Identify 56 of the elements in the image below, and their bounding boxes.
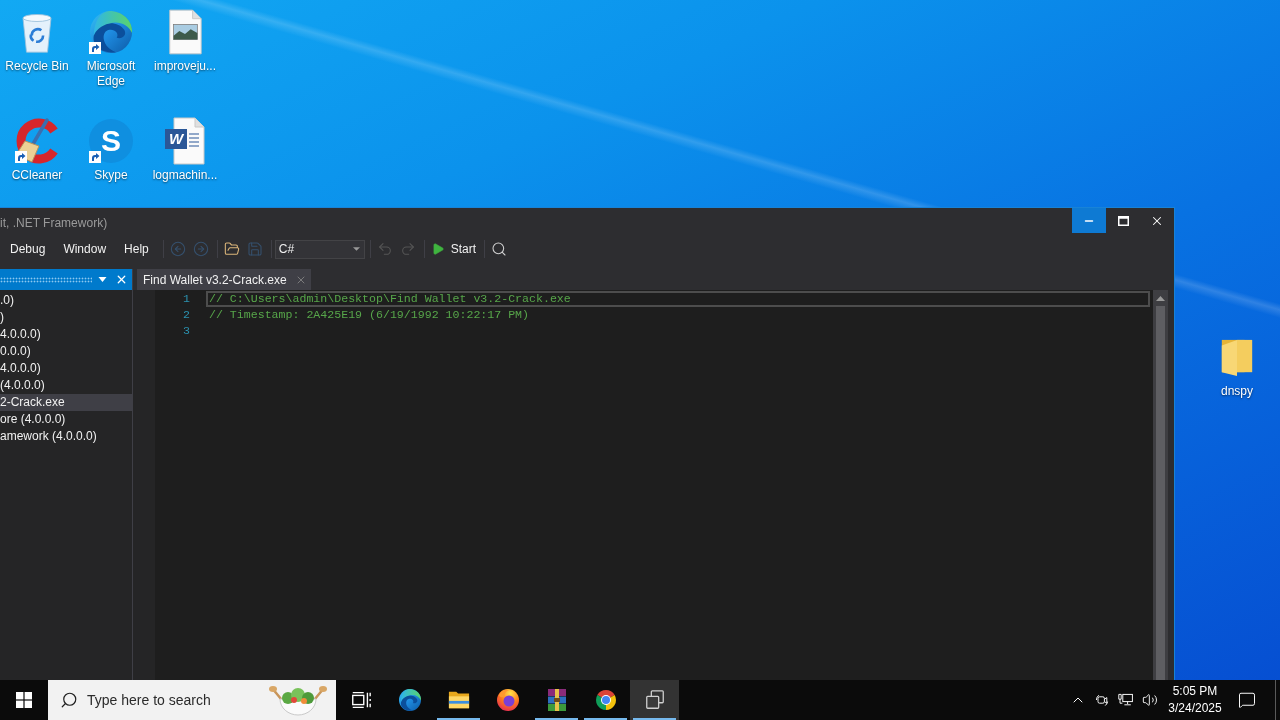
search-icon [491, 241, 508, 257]
globe-logo-icon [495, 688, 520, 712]
dropdown-caret-icon[interactable] [98, 277, 107, 282]
network-icon[interactable] [1118, 692, 1134, 708]
redo-icon [399, 241, 416, 257]
line-number: 3 [182, 324, 190, 338]
menu-item[interactable]: Window [54, 238, 116, 260]
line-number: 2 [182, 308, 190, 322]
tree-item[interactable]: ore (4.0.0.0) [0, 411, 132, 428]
task-view-icon [349, 689, 372, 711]
clock-date[interactable]: 3/24/2025 [1168, 700, 1222, 717]
salad-bowl-icon[interactable] [266, 683, 330, 717]
folder-icon [446, 689, 471, 711]
start-button[interactable]: Start [427, 238, 480, 260]
scrollbar[interactable] [1153, 290, 1168, 680]
volume-icon[interactable] [1142, 692, 1158, 708]
tab-label[interactable]: Find Wallet v3.2-Crack.exe [143, 270, 287, 289]
tree-item[interactable]: .0) [0, 292, 132, 309]
search-box[interactable]: Type here to search [48, 680, 336, 720]
menu-item[interactable]: Debug [1, 238, 55, 260]
taskbar-button[interactable] [630, 680, 679, 720]
ring-logo-icon [593, 688, 618, 712]
notifications-icon[interactable] [1238, 691, 1256, 709]
tree-item[interactable]: amework (4.0.0.0) [0, 428, 132, 445]
undo-icon [376, 241, 393, 257]
stacked-windows-icon [643, 689, 666, 711]
tree-item[interactable]: 2-Crack.exe [0, 394, 132, 411]
language-dropdown[interactable]: C# [274, 239, 365, 259]
tree-item[interactable]: 4.0.0.0) [0, 360, 132, 377]
scrollbar-thumb[interactable] [1156, 306, 1165, 680]
image-file-icon[interactable] [166, 9, 204, 55]
icon-label[interactable]: dnspy [1221, 384, 1253, 399]
window-title: it, .NET Framework) [0, 216, 108, 230]
tree-item[interactable]: 4.0.0.0) [0, 326, 132, 343]
swirl-logo-icon[interactable] [88, 9, 134, 55]
close-icon[interactable] [115, 273, 128, 286]
tree-item[interactable]: 0.0.0) [0, 343, 132, 360]
maximize-icon [1117, 215, 1129, 226]
play-icon [430, 242, 445, 256]
save-icon [246, 241, 263, 257]
search-field[interactable]: Type here to search [87, 688, 266, 712]
tree-item[interactable]: (4.0.0.0) [0, 377, 132, 394]
windows-logo-icon [16, 692, 32, 708]
editor-tab[interactable]: Find Wallet v3.2-Crack.exe [137, 269, 311, 290]
open-folder-icon [223, 241, 240, 257]
panel-grip[interactable] [0, 276, 92, 283]
code-line: // Timestamp: 2A425E19 (6/19/1992 10:22:17 PM) [208, 307, 531, 323]
caret-icon [352, 247, 360, 251]
line-number: 1 [182, 292, 190, 306]
tree-item[interactable]: ) [0, 309, 132, 326]
search-icon [60, 691, 78, 709]
scroll-up-icon[interactable] [1156, 296, 1165, 301]
swirl-logo-icon [397, 688, 422, 712]
clock-time[interactable]: 5:05 PM [1172, 683, 1218, 700]
menu-item[interactable]: Help [115, 238, 158, 260]
camera-icon[interactable] [1094, 692, 1110, 708]
